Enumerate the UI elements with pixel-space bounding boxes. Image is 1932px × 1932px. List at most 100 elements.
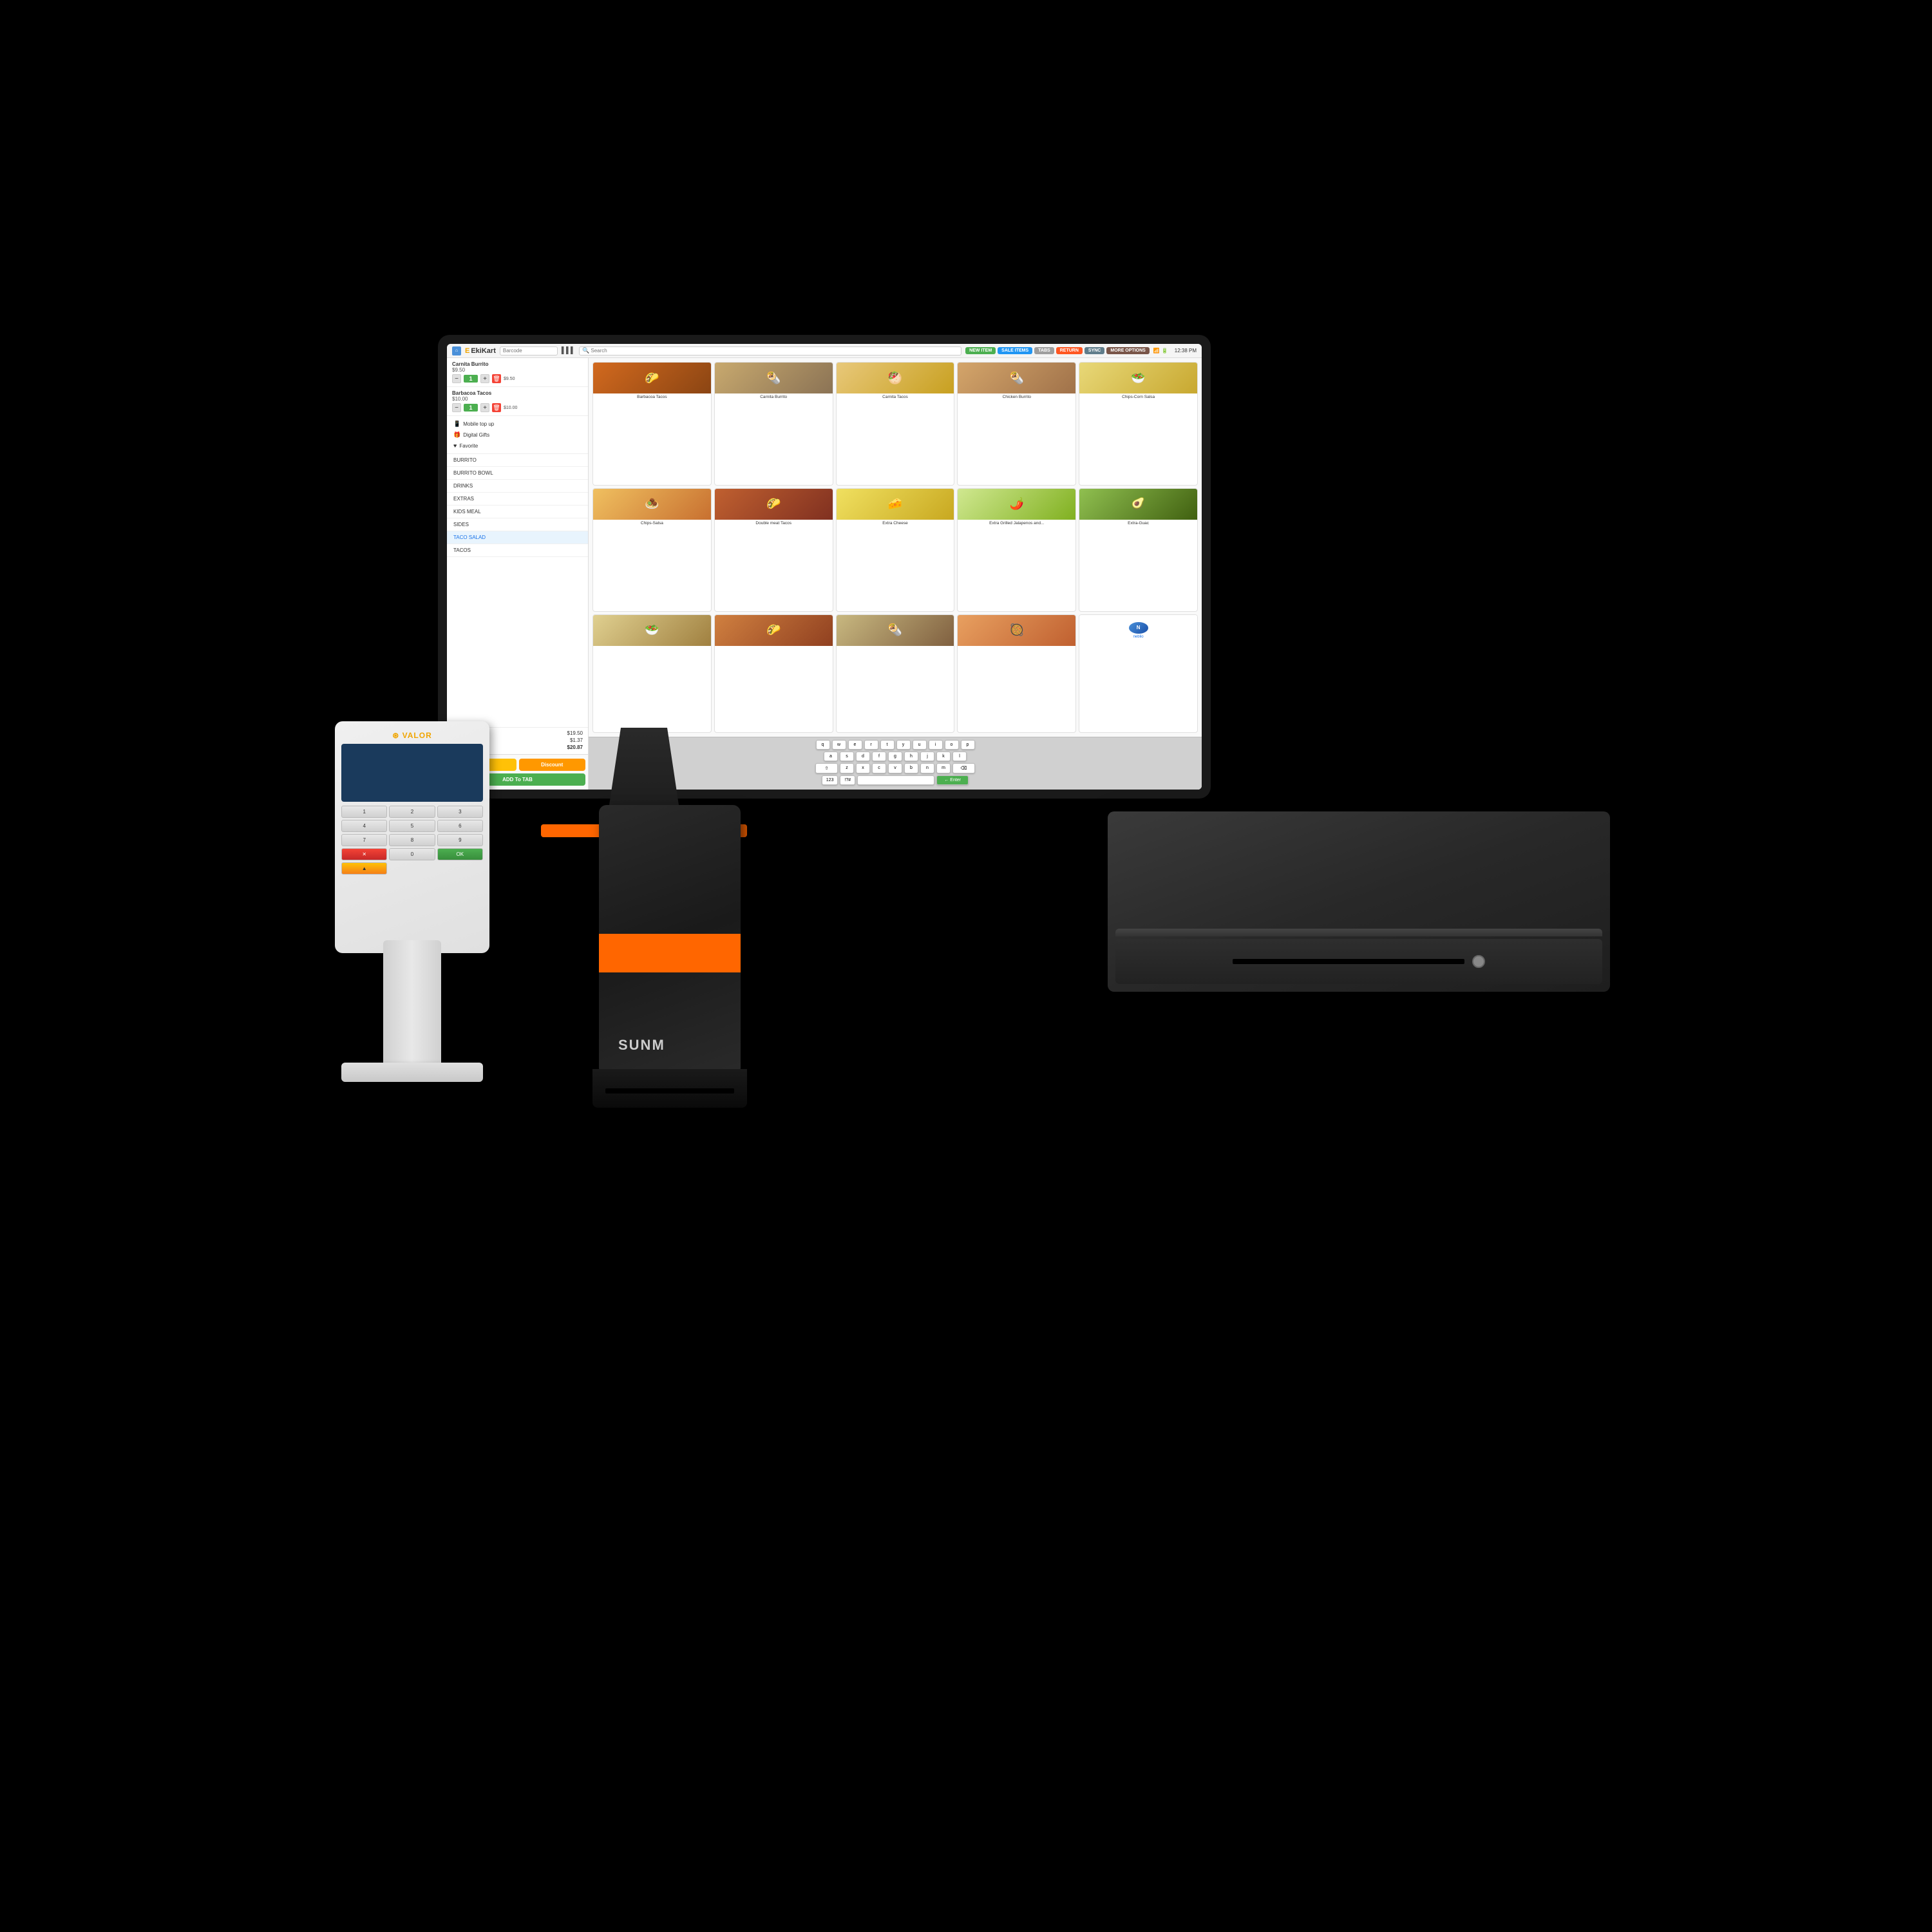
backspace-key[interactable]: ⌫ [952, 763, 975, 773]
key-t[interactable]: t [880, 740, 895, 750]
key-c[interactable]: c [872, 763, 886, 773]
key-f[interactable]: f [872, 752, 886, 761]
product-label-extra-cheese: Extra Cheese [837, 520, 954, 527]
qty-display-2: 1 [464, 404, 478, 412]
monitor: ⌂ E EkiKart ▌▌▌ 🔍 NEW ITEM SALE ITEMS [438, 335, 1211, 799]
decrement-button-2[interactable]: − [452, 403, 461, 412]
product-13[interactable]: 🌯 [836, 614, 955, 733]
product-14[interactable]: 🥘 [957, 614, 1076, 733]
cr-key-9[interactable]: 9 [437, 834, 483, 846]
product-carnita-tacos[interactable]: 🥙 Carnita Tacos [836, 362, 955, 486]
product-double-meat[interactable]: 🌮 Double meat Tacos [714, 488, 833, 612]
category-burrito-bowl[interactable]: BURRITO BOWL [447, 467, 588, 480]
key-v[interactable]: v [888, 763, 902, 773]
key-u[interactable]: u [913, 740, 927, 750]
mobile-topup-item[interactable]: 📱 Mobile top up [447, 419, 588, 430]
space-key[interactable] [857, 775, 934, 785]
key-d[interactable]: d [856, 752, 870, 761]
key-b[interactable]: b [904, 763, 918, 773]
cr-key-8[interactable]: 8 [389, 834, 435, 846]
cr-key-yellow[interactable]: ▲ [341, 862, 387, 875]
key-m[interactable]: m [936, 763, 951, 773]
cr-key-0[interactable]: 0 [389, 848, 435, 860]
enter-key[interactable]: ← Enter [936, 775, 969, 785]
category-taco-salad[interactable]: TACO SALAD [447, 531, 588, 544]
digital-gifts-item[interactable]: 🎁 Digital Gifts [447, 430, 588, 440]
product-extra-cheese[interactable]: 🧀 Extra Cheese [836, 488, 955, 612]
product-extra-guac[interactable]: 🥑 Extra-Guac [1079, 488, 1198, 612]
discount-button[interactable]: Discount [519, 759, 586, 771]
cr-key-cancel[interactable]: ✕ [341, 848, 387, 860]
cr-key-7[interactable]: 7 [341, 834, 387, 846]
favorite-item[interactable]: ♥ Favorite [447, 440, 588, 451]
sync-button[interactable]: SYNC [1084, 347, 1104, 354]
key-x[interactable]: x [856, 763, 870, 773]
key-p[interactable]: p [961, 740, 975, 750]
category-extras[interactable]: EXTRAS [447, 493, 588, 506]
search-input[interactable] [591, 348, 642, 354]
more-options-button[interactable]: MORE OPTIONS [1106, 347, 1149, 354]
product-11[interactable]: 🥗 [592, 614, 712, 733]
product-chicken-burrito[interactable]: 🌯 Chicken Burrito [957, 362, 1076, 486]
key-z[interactable]: z [840, 763, 854, 773]
key-i[interactable]: i [929, 740, 943, 750]
product-12[interactable]: 🌮 [714, 614, 833, 733]
shift-key[interactable]: ⇧ [815, 763, 838, 773]
cr-key-3[interactable]: 3 [437, 806, 483, 818]
key-123[interactable]: 123 [822, 775, 838, 785]
key-q[interactable]: q [816, 740, 830, 750]
drawer-front [1115, 939, 1602, 984]
cr-key-4[interactable]: 4 [341, 820, 387, 832]
product-neblio[interactable]: N neblio [1079, 614, 1198, 733]
cr-key-2[interactable]: 2 [389, 806, 435, 818]
decrement-button-1[interactable]: − [452, 374, 461, 383]
new-item-button[interactable]: NEW ITEM [965, 347, 996, 354]
tabs-button[interactable]: TABS [1034, 347, 1054, 354]
search-box[interactable]: 🔍 [579, 346, 961, 355]
key-y[interactable]: y [896, 740, 911, 750]
sale-items-button[interactable]: SALE ITEMS [998, 347, 1032, 354]
cr-key-6[interactable]: 6 [437, 820, 483, 832]
cr-key-5[interactable]: 5 [389, 820, 435, 832]
category-drinks[interactable]: DRINKS [447, 480, 588, 493]
return-button[interactable]: RETURN [1056, 347, 1083, 354]
category-burrito[interactable]: BURRITO [447, 454, 588, 467]
home-icon[interactable]: ⌂ [452, 346, 461, 355]
key-h[interactable]: h [904, 752, 918, 761]
category-tacos[interactable]: TACOS [447, 544, 588, 557]
key-k[interactable]: k [936, 752, 951, 761]
cash-drawer [1108, 811, 1610, 992]
key-a[interactable]: a [824, 752, 838, 761]
product-chips-corn[interactable]: 🥗 Chips-Corn Salsa [1079, 362, 1198, 486]
qty-display-1: 1 [464, 375, 478, 383]
key-j[interactable]: j [920, 752, 934, 761]
key-o[interactable]: o [945, 740, 959, 750]
delete-button-2[interactable]: 🗑 [492, 403, 501, 412]
category-sides[interactable]: SIDES [447, 518, 588, 531]
products-grid: 🌮 Barbacoa Tacos 🌯 Carnita Burrito 🥙 Car… [589, 358, 1202, 737]
key-s[interactable]: s [840, 752, 854, 761]
product-chips-salsa[interactable]: 🧆 Chips-Salsa [592, 488, 712, 612]
increment-button-1[interactable]: + [480, 374, 489, 383]
scene: ⌂ E EkiKart ▌▌▌ 🔍 NEW ITEM SALE ITEMS [258, 258, 1674, 1674]
product-label-carnita-burrito: Carnita Burrito [715, 393, 833, 401]
key-e[interactable]: e [848, 740, 862, 750]
barcode-input[interactable] [500, 346, 558, 355]
category-kids-meal[interactable]: KIDS MEAL [447, 506, 588, 518]
clock: 12:38 PM [1175, 348, 1197, 354]
cr-key-ok[interactable]: OK [437, 848, 483, 860]
increment-button-2[interactable]: + [480, 403, 489, 412]
order-item-1-name: Carnita Burrito [452, 361, 583, 367]
key-symbols[interactable]: !?# [840, 775, 855, 785]
delete-button-1[interactable]: 🗑 [492, 374, 501, 383]
key-g[interactable]: g [888, 752, 902, 761]
key-l[interactable]: l [952, 752, 967, 761]
key-w[interactable]: w [832, 740, 846, 750]
cr-key-1[interactable]: 1 [341, 806, 387, 818]
key-n[interactable]: n [920, 763, 934, 773]
sunmi-stand: SUNM [567, 805, 773, 1127]
product-carnita-burrito[interactable]: 🌯 Carnita Burrito [714, 362, 833, 486]
key-r[interactable]: r [864, 740, 878, 750]
product-barbacoa-tacos[interactable]: 🌮 Barbacoa Tacos [592, 362, 712, 486]
product-extra-grilled[interactable]: 🌶️ Extra Grilled Jalapenos and... [957, 488, 1076, 612]
